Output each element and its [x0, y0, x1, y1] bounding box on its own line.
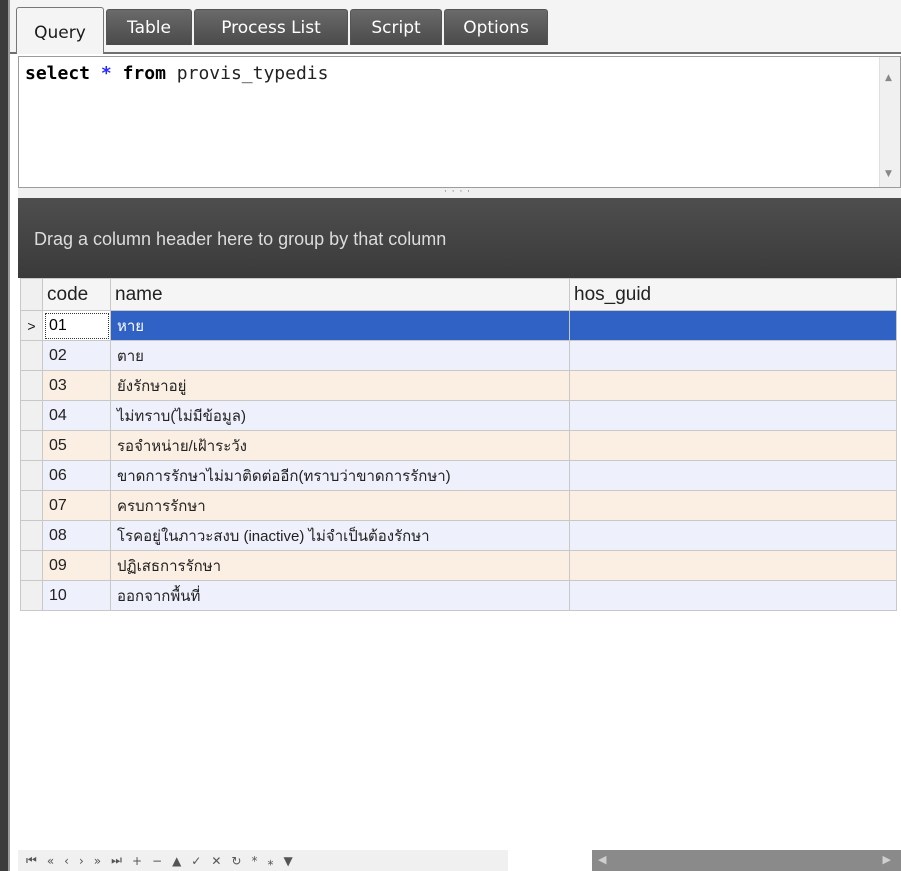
cell-code[interactable]: 06: [42, 460, 111, 491]
cell-code[interactable]: 01: [42, 310, 111, 341]
next-record-icon[interactable]: ›: [79, 854, 84, 868]
row-indicator: [20, 370, 43, 401]
cell-name[interactable]: ครบการรักษา: [110, 490, 570, 521]
cell-hos-guid[interactable]: [569, 460, 897, 491]
cell-code[interactable]: 09: [42, 550, 111, 581]
table-row[interactable]: 04 ไม่ทราบ(ไม่มีข้อมูล): [20, 400, 897, 431]
column-header-name[interactable]: name: [110, 278, 570, 311]
cell-code[interactable]: 10: [42, 580, 111, 611]
result-table: code name hos_guid > 01 หาย 02 ตาย 03 ยั: [20, 278, 897, 611]
header-row: code name hos_guid: [20, 278, 897, 311]
delete-icon[interactable]: −: [152, 854, 162, 868]
cell-name[interactable]: ยังรักษาอยู่: [110, 370, 570, 401]
row-indicator: [20, 460, 43, 491]
refresh-icon[interactable]: ↻: [231, 854, 241, 868]
editor-vertical-scrollbar[interactable]: ▲ ▼: [879, 57, 900, 187]
sql-text: select * from provis_typedis: [25, 63, 328, 84]
cell-hos-guid[interactable]: [569, 520, 897, 551]
last-record-icon[interactable]: ⏭: [111, 853, 122, 868]
group-by-hint: Drag a column header here to group by th…: [34, 229, 447, 249]
query-editor[interactable]: select * from provis_typedis ▲ ▼: [18, 56, 901, 188]
cell-hos-guid[interactable]: [569, 430, 897, 461]
cell-code[interactable]: 03: [42, 370, 111, 401]
table-row[interactable]: 02 ตาย: [20, 340, 897, 371]
window-edge: [0, 0, 8, 871]
edit-icon[interactable]: ▲: [172, 854, 181, 868]
cell-hos-guid[interactable]: [569, 370, 897, 401]
tab-process-list[interactable]: Process List: [194, 9, 348, 45]
row-indicator-header: [20, 278, 43, 311]
splitter-handle[interactable]: · · · ·: [18, 188, 901, 198]
tab-table[interactable]: Table: [106, 9, 192, 45]
column-header-hos-guid[interactable]: hos_guid: [569, 278, 897, 311]
scroll-up-icon[interactable]: ▲: [885, 73, 892, 83]
table-row[interactable]: 08 โรคอยู่ในภาวะสงบ (inactive) ไม่จำเป็น…: [20, 520, 897, 551]
cell-hos-guid[interactable]: [569, 580, 897, 611]
row-indicator: [20, 580, 43, 611]
cell-name[interactable]: ไม่ทราบ(ไม่มีข้อมูล): [110, 400, 570, 431]
row-indicator: [20, 400, 43, 431]
cell-name[interactable]: รอจำหน่าย/เฝ้าระวัง: [110, 430, 570, 461]
prev-page-icon[interactable]: «: [47, 854, 54, 868]
navigator-gap: [508, 850, 592, 871]
bookmark-icon[interactable]: *: [251, 854, 257, 868]
cell-name[interactable]: โรคอยู่ในภาวะสงบ (inactive) ไม่จำเป็นต้อ…: [110, 520, 570, 551]
row-indicator-icon: >: [20, 310, 43, 341]
select-all-star: *: [100, 63, 112, 84]
tab-script[interactable]: Script: [350, 9, 442, 45]
tab-bar-divider: [10, 52, 901, 54]
column-header-code[interactable]: code: [42, 278, 111, 311]
next-page-icon[interactable]: »: [94, 854, 101, 868]
row-indicator: [20, 550, 43, 581]
result-grid: code name hos_guid > 01 หาย 02 ตาย 03 ยั: [20, 278, 897, 611]
window-edge-inner: [8, 0, 10, 871]
row-indicator: [20, 340, 43, 371]
cell-code[interactable]: 04: [42, 400, 111, 431]
cell-hos-guid[interactable]: [569, 400, 897, 431]
table-row[interactable]: 10 ออกจากพื้นที่: [20, 580, 897, 611]
cell-name[interactable]: หาย: [110, 310, 570, 341]
table-row[interactable]: > 01 หาย: [20, 310, 897, 341]
row-indicator: [20, 490, 43, 521]
row-indicator: [20, 430, 43, 461]
cell-name[interactable]: ขาดการรักษาไม่มาติดต่ออีก(ทราบว่าขาดการร…: [110, 460, 570, 491]
table-name: provis_typedis: [176, 63, 329, 84]
tab-options[interactable]: Options: [444, 9, 548, 45]
cell-name[interactable]: ออกจากพื้นที่: [110, 580, 570, 611]
cell-hos-guid[interactable]: [569, 310, 897, 341]
cell-code[interactable]: 08: [42, 520, 111, 551]
scroll-down-icon[interactable]: ▼: [885, 169, 892, 179]
cell-name[interactable]: ตาย: [110, 340, 570, 371]
record-navigator: ⏮ « ‹ › » ⏭ + − ▲ ✓ ✕ ↻ * ⁎ ▼: [18, 850, 508, 871]
prev-record-icon[interactable]: ‹: [64, 854, 69, 868]
cell-code[interactable]: 05: [42, 430, 111, 461]
scroll-left-icon[interactable]: ◀: [598, 853, 606, 866]
keyword-select: select: [25, 63, 91, 84]
horizontal-scrollbar[interactable]: ◀ ▶: [592, 850, 901, 871]
table-row[interactable]: 06 ขาดการรักษาไม่มาติดต่ออีก(ทราบว่าขาดก…: [20, 460, 897, 491]
cell-code[interactable]: 02: [42, 340, 111, 371]
table-row[interactable]: 07 ครบการรักษา: [20, 490, 897, 521]
cell-hos-guid[interactable]: [569, 340, 897, 371]
row-indicator: [20, 520, 43, 551]
cell-hos-guid[interactable]: [569, 490, 897, 521]
insert-icon[interactable]: +: [132, 854, 142, 868]
cancel-icon[interactable]: ✕: [211, 854, 221, 868]
table-row[interactable]: 09 ปฏิเสธการรักษา: [20, 550, 897, 581]
keyword-from: from: [122, 63, 166, 84]
tab-query[interactable]: Query: [16, 7, 104, 54]
cell-code[interactable]: 07: [42, 490, 111, 521]
post-icon[interactable]: ✓: [191, 854, 201, 868]
table-row[interactable]: 05 รอจำหน่าย/เฝ้าระวัง: [20, 430, 897, 461]
filter-icon[interactable]: ▼: [283, 854, 292, 868]
first-record-icon[interactable]: ⏮: [26, 853, 37, 868]
cell-name[interactable]: ปฏิเสธการรักษา: [110, 550, 570, 581]
goto-bookmark-icon[interactable]: ⁎: [267, 854, 273, 868]
table-row[interactable]: 03 ยังรักษาอยู่: [20, 370, 897, 401]
scroll-right-icon[interactable]: ▶: [883, 853, 891, 866]
cell-hos-guid[interactable]: [569, 550, 897, 581]
group-by-panel[interactable]: Drag a column header here to group by th…: [18, 198, 901, 278]
grip-icon: · · · ·: [444, 187, 472, 197]
